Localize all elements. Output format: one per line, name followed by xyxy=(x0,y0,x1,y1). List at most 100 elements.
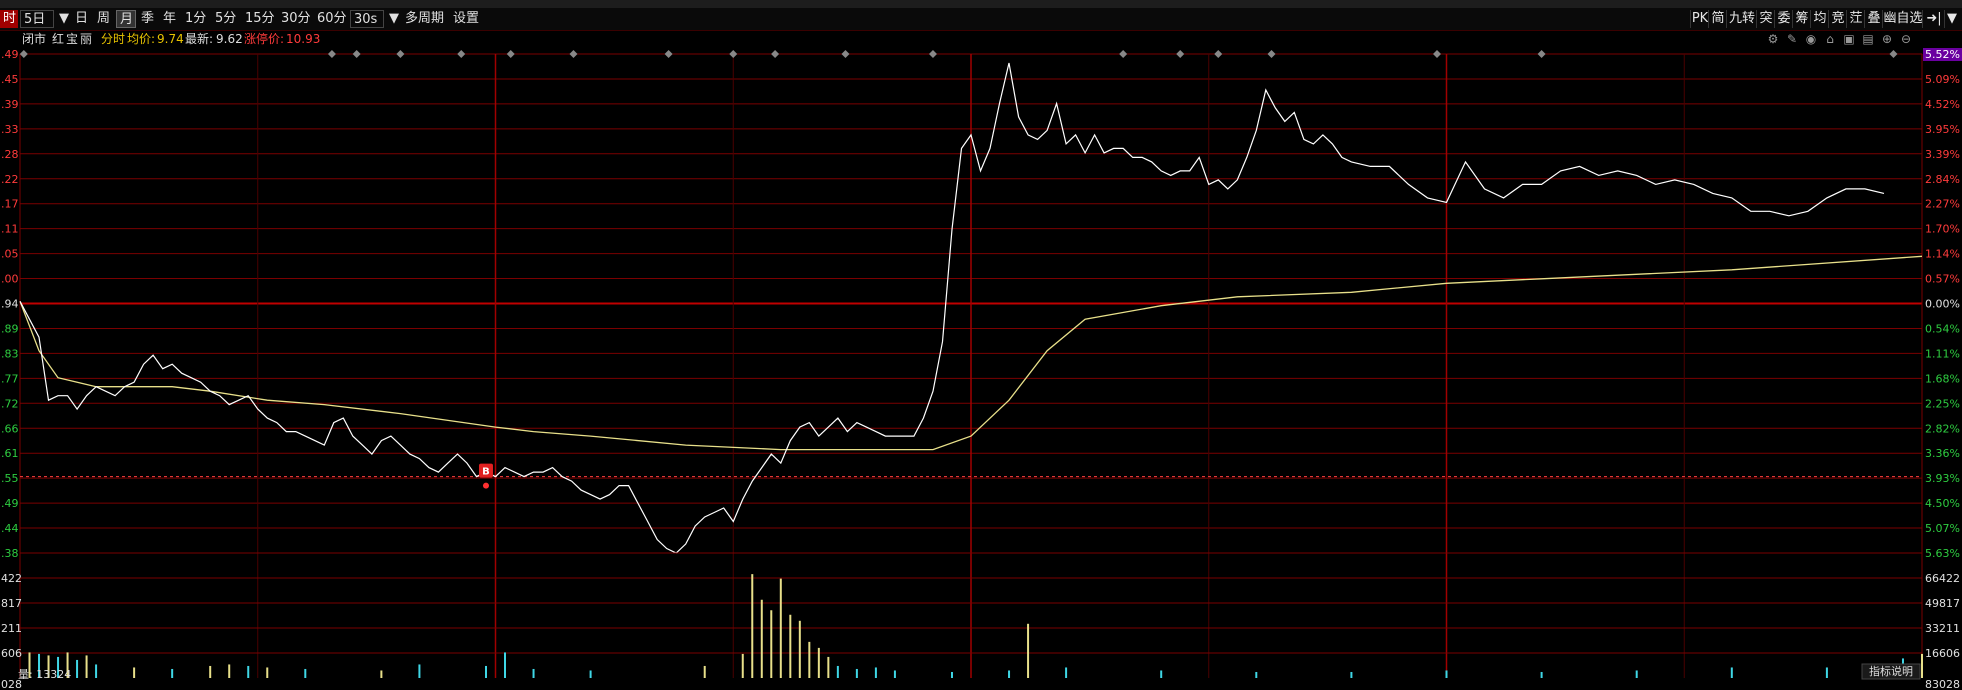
toolbar-right-item-2[interactable]: 九转 xyxy=(1726,10,1757,28)
toolbar-item-9[interactable]: 5分 xyxy=(212,10,240,28)
volume-bottom-right: 83028 xyxy=(1925,678,1960,690)
toolbar-item-11[interactable]: 30分 xyxy=(278,10,312,28)
percent-tick-label: 0.00% xyxy=(1925,298,1960,311)
toolbar-item-6[interactable]: 季 xyxy=(138,10,158,28)
toolbar-item-5[interactable]: 月 xyxy=(116,10,136,28)
toolbar-item-16[interactable]: 设置 xyxy=(450,10,480,28)
toolbar-right-item-11[interactable]: ➜| xyxy=(1922,10,1945,28)
trash-icon[interactable]: ▣ xyxy=(1842,32,1856,46)
avg-label: 均价: xyxy=(127,32,156,46)
toolbar-right-item-5[interactable]: 筹 xyxy=(1792,10,1811,28)
price-tick-label: .83 xyxy=(1,347,19,360)
toolbar-item-4[interactable]: 周 xyxy=(94,10,114,28)
event-marker[interactable] xyxy=(569,50,578,58)
toolbar-item-7[interactable]: 年 xyxy=(160,10,180,28)
event-marker[interactable] xyxy=(1267,50,1276,58)
percent-tick-label: 3.36% xyxy=(1925,447,1960,460)
toolbar-right-item-0[interactable]: PK xyxy=(1690,10,1709,28)
eye-icon[interactable]: ◉ xyxy=(1804,32,1818,46)
event-marker[interactable] xyxy=(1119,50,1128,58)
price-line xyxy=(19,62,1885,554)
limit-value: 10.93 xyxy=(286,32,321,46)
volume-left-tick: 211 xyxy=(1,622,22,635)
zoom-in-icon[interactable]: ⊕ xyxy=(1880,32,1894,46)
volume-left-tick: 606 xyxy=(1,647,22,660)
lock-icon[interactable]: ⌂ xyxy=(1823,32,1837,46)
event-marker[interactable] xyxy=(506,50,515,58)
event-marker[interactable] xyxy=(352,50,361,58)
percent-tick-label: 3.39% xyxy=(1925,148,1960,161)
toolbar-item-8[interactable]: 1分 xyxy=(182,10,210,28)
event-marker[interactable] xyxy=(457,50,466,58)
zoom-out-icon[interactable]: ⊖ xyxy=(1899,32,1913,46)
toolbar-right-item-6[interactable]: 均 xyxy=(1810,10,1829,28)
price-tick-label: .39 xyxy=(1,98,19,111)
price-tick-label: .77 xyxy=(1,372,19,385)
toolbar-right-item-12[interactable]: ▼ xyxy=(1944,10,1959,28)
toolbar-right-item-7[interactable]: 竞 xyxy=(1828,10,1847,28)
toolbar-item-12[interactable]: 60分 xyxy=(314,10,348,28)
price-tick-label: .72 xyxy=(1,397,19,410)
toolbar-item-10[interactable]: 15分 xyxy=(242,10,276,28)
copy-icon[interactable]: ▤ xyxy=(1861,32,1875,46)
volume-tick-label: 66422 xyxy=(1925,572,1960,585)
price-tick-label: .66 xyxy=(1,422,19,435)
toolbar-item-13[interactable]: 30s xyxy=(350,10,384,28)
toolbar-item-1[interactable]: 5日 xyxy=(20,10,54,28)
limit-label: 涨停价: xyxy=(244,32,285,46)
event-marker[interactable] xyxy=(1889,50,1898,58)
event-marker[interactable] xyxy=(1176,50,1185,58)
percent-tick-label: 5.07% xyxy=(1925,522,1960,535)
event-marker[interactable] xyxy=(841,50,850,58)
toolbar-item-14[interactable]: ▼ xyxy=(386,10,400,28)
price-tick-label: .45 xyxy=(1,73,19,86)
event-marker[interactable] xyxy=(664,50,673,58)
last-value: 9.62 xyxy=(216,32,243,46)
event-marker[interactable] xyxy=(729,50,738,58)
event-marker[interactable] xyxy=(1432,50,1441,58)
percent-tick-label: 1.11% xyxy=(1925,347,1960,360)
price-tick-label: .33 xyxy=(1,123,19,136)
toolbar-right-item-9[interactable]: 叠 xyxy=(1864,10,1883,28)
price-tick-label: .00 xyxy=(1,273,19,286)
price-tick-label: .11 xyxy=(1,223,19,236)
volume-tick-label: 49817 xyxy=(1925,597,1960,610)
volume-current-label: 量: 13324 xyxy=(18,668,71,681)
percent-tick-label: 1.14% xyxy=(1925,248,1960,261)
mode-label: 分时 xyxy=(101,32,126,46)
percent-tick-label: 4.52% xyxy=(1925,98,1960,111)
percent-tick-label: 3.93% xyxy=(1925,472,1960,485)
price-tick-label: .44 xyxy=(1,522,19,535)
price-tick-label: .89 xyxy=(1,322,19,335)
toolbar-right-item-4[interactable]: 委 xyxy=(1774,10,1793,28)
volume-tick-label: 16606 xyxy=(1925,647,1960,660)
stock-name[interactable]: 红宝丽 xyxy=(52,31,94,48)
gear-icon[interactable]: ⚙ xyxy=(1766,32,1780,46)
price-tick-label: .55 xyxy=(1,472,19,485)
percent-tick-label: 1.70% xyxy=(1925,223,1960,236)
event-marker[interactable] xyxy=(19,50,28,58)
price-tick-label: .22 xyxy=(1,173,19,186)
event-marker[interactable] xyxy=(928,50,937,58)
toolbar-item-3[interactable]: 日 xyxy=(72,10,92,28)
percent-tick-label: 0.54% xyxy=(1925,322,1960,335)
toolbar-right-item-10[interactable]: 幽自选 xyxy=(1882,10,1923,28)
event-marker[interactable] xyxy=(327,50,336,58)
event-marker[interactable] xyxy=(1214,50,1223,58)
toolbar-item-2[interactable]: ▼ xyxy=(56,10,70,28)
toolbar-right-item-3[interactable]: 突 xyxy=(1756,10,1775,28)
toolbar-right-item-8[interactable]: 茳 xyxy=(1846,10,1865,28)
avg-value: 9.74 xyxy=(157,32,184,46)
event-marker[interactable] xyxy=(771,50,780,58)
event-marker[interactable] xyxy=(1537,50,1546,58)
percent-tick-label: 1.68% xyxy=(1925,372,1960,385)
toolbar-item-0[interactable]: 时 xyxy=(0,10,18,28)
pen-icon[interactable]: ✎ xyxy=(1785,32,1799,46)
toolbar-item-15[interactable]: 多周期 xyxy=(402,10,448,28)
percent-tick-label: 2.25% xyxy=(1925,397,1960,410)
toolbar-right-item-1[interactable]: 简 xyxy=(1708,10,1727,28)
indicator-help-button[interactable]: 指标说明 xyxy=(1869,664,1913,678)
event-marker[interactable] xyxy=(396,50,405,58)
intraday-chart[interactable]: .49 5.52% .45 5.09% .39 4.52% .33 3.95% .28 3.39%… xyxy=(0,48,1962,690)
percent-tick-label: 2.82% xyxy=(1925,422,1960,435)
